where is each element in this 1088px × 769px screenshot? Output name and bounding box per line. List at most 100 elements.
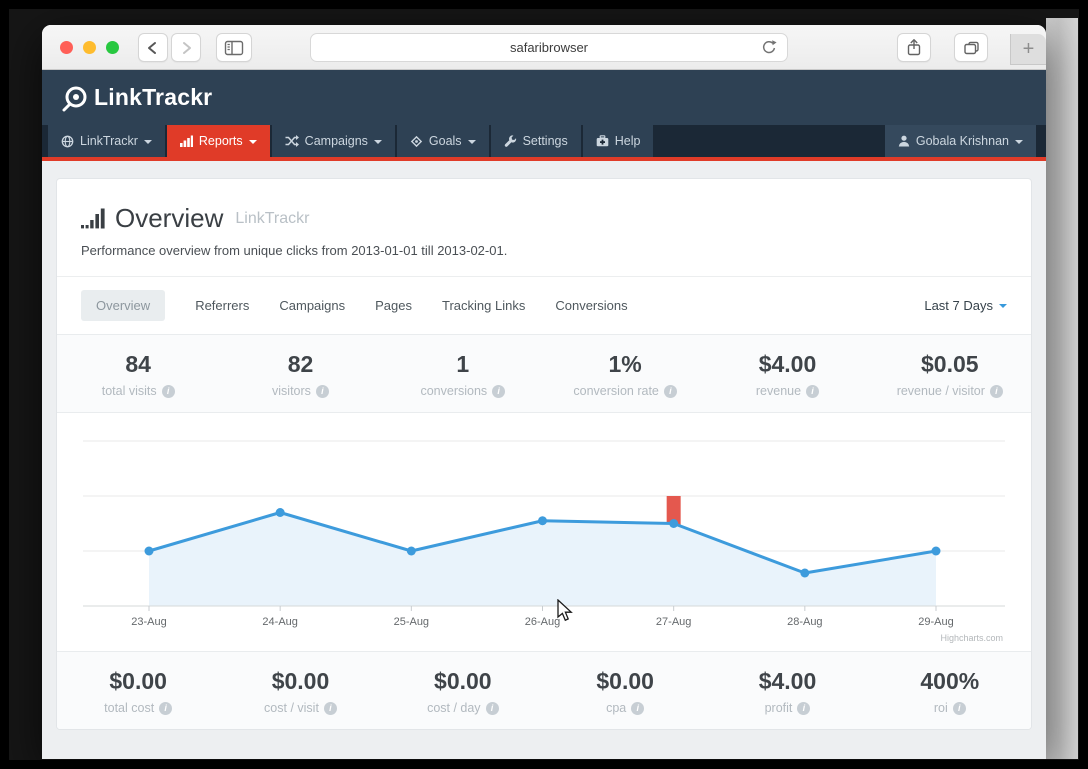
- forward-button[interactable]: [171, 33, 201, 62]
- stat-profit: $4.00 profit i: [706, 652, 868, 729]
- stat-visitors: 82 visitors i: [219, 335, 381, 412]
- nav-item-campaigns[interactable]: Campaigns: [271, 125, 395, 157]
- tab-overview[interactable]: Overview: [81, 290, 166, 321]
- share-button[interactable]: [897, 33, 931, 62]
- forward-chevron-icon: [183, 41, 191, 54]
- stat-value: $0.00: [109, 668, 167, 694]
- page-background: Overview LinkTrackr Performance overview…: [42, 161, 1046, 759]
- nav-label: Campaigns: [304, 134, 368, 148]
- close-window-button[interactable]: [60, 41, 73, 54]
- info-icon[interactable]: i: [492, 384, 506, 398]
- back-button[interactable]: [138, 33, 168, 62]
- info-icon[interactable]: i: [952, 701, 966, 715]
- stat-revenue-visitor: $0.05 revenue / visitor i: [869, 335, 1031, 412]
- nav-item-reports[interactable]: Reports: [166, 125, 270, 157]
- stat-label: total visits: [101, 384, 157, 398]
- stat-label: revenue / visitor: [896, 384, 985, 398]
- info-icon[interactable]: i: [485, 701, 499, 715]
- main-navbar: LinkTrackr Reports Campaigns Goals Setti…: [42, 125, 1046, 157]
- shuffle-icon: [285, 135, 299, 147]
- safari-window: safaribrowser + LinkTrackr LinkTrackr Re…: [42, 25, 1046, 759]
- stat-value: $0.00: [596, 668, 654, 694]
- background-window-edge: [1046, 18, 1078, 759]
- stat-value: 1: [456, 351, 470, 377]
- stat-label: total cost: [104, 701, 155, 715]
- chart-credit[interactable]: Highcharts.com: [940, 633, 1003, 643]
- svg-text:23-Aug: 23-Aug: [131, 616, 166, 628]
- report-tabs: Overview Referrers Campaigns Pages Track…: [57, 276, 1031, 334]
- info-icon[interactable]: i: [806, 384, 820, 398]
- stat-total-cost: $0.00 total cost i: [57, 652, 219, 729]
- date-range-dropdown[interactable]: Last 7 Days: [924, 298, 1007, 313]
- stat-label: conversion rate: [573, 384, 659, 398]
- diamond-icon: [410, 135, 423, 147]
- nav-item-settings[interactable]: Settings: [490, 125, 581, 157]
- stat-label: visitors: [272, 384, 311, 398]
- svg-text:29-Aug: 29-Aug: [918, 616, 953, 628]
- info-icon[interactable]: i: [663, 384, 677, 398]
- address-bar[interactable]: safaribrowser: [310, 33, 788, 62]
- tab-conversions[interactable]: Conversions: [555, 298, 627, 313]
- info-icon[interactable]: i: [631, 701, 645, 715]
- tab-pages[interactable]: Pages: [375, 298, 412, 313]
- nav-item-linktrackr[interactable]: LinkTrackr: [48, 125, 165, 157]
- chevron-down-icon: [143, 139, 152, 144]
- linktrackr-logo-icon: [62, 86, 87, 111]
- stat-cpa: $0.00 cpa i: [544, 652, 706, 729]
- bar-chart-icon: [179, 135, 193, 147]
- info-icon[interactable]: i: [989, 384, 1003, 398]
- stat-value: $4.00: [758, 351, 817, 377]
- new-tab-button[interactable]: +: [1010, 34, 1046, 65]
- info-icon[interactable]: i: [161, 384, 175, 398]
- overview-chart[interactable]: 23-Aug 24-Aug 25-Aug 26-Aug 27-Aug 28-Aug 29-A…: [57, 413, 1031, 651]
- minimize-window-button[interactable]: [83, 41, 96, 54]
- nav-label: Goals: [428, 134, 462, 148]
- stat-value: 400%: [920, 668, 980, 694]
- tab-overview-icon: [963, 41, 979, 54]
- info-icon[interactable]: i: [323, 701, 337, 715]
- date-range-label: Last 7 Days: [924, 298, 993, 313]
- stat-label: profit: [764, 701, 793, 715]
- stat-total-visits: 84 total visits i: [57, 335, 219, 412]
- svg-text:24-Aug: 24-Aug: [262, 616, 297, 628]
- nav-item-help[interactable]: Help: [582, 125, 654, 157]
- site-header: LinkTrackr: [42, 70, 1046, 125]
- chart-block: 23-Aug 24-Aug 25-Aug 26-Aug 27-Aug 28-Aug 29-A…: [57, 413, 1031, 651]
- zoom-window-button[interactable]: [106, 41, 119, 54]
- svg-text:28-Aug: 28-Aug: [787, 616, 822, 628]
- nav-item-goals[interactable]: Goals: [396, 125, 489, 157]
- stat-roi: 400% roi i: [869, 652, 1031, 729]
- nav-label: Settings: [522, 134, 568, 148]
- tab-tracking-links[interactable]: Tracking Links: [442, 298, 525, 313]
- plus-icon: +: [1022, 37, 1035, 60]
- chevron-down-icon: [248, 139, 257, 144]
- tab-overview-button[interactable]: [954, 33, 988, 62]
- chevron-down-icon: [373, 139, 382, 144]
- share-icon: [907, 39, 921, 56]
- stat-value: 84: [125, 351, 151, 377]
- stat-value: $0.00: [271, 668, 330, 694]
- linktrackr-logo[interactable]: LinkTrackr: [60, 83, 212, 113]
- chevron-down-icon: [467, 139, 476, 144]
- page-subtitle: Performance overview from unique clicks …: [81, 243, 508, 258]
- tab-referrers[interactable]: Referrers: [195, 298, 249, 313]
- sidebar-toggle-button[interactable]: [216, 33, 252, 62]
- info-icon[interactable]: i: [315, 384, 329, 398]
- stat-cost-visit: $0.00 cost / visit i: [219, 652, 381, 729]
- reload-button[interactable]: [760, 39, 778, 57]
- title-block: Overview LinkTrackr Performance overview…: [57, 179, 1031, 276]
- nav-label: LinkTrackr: [80, 134, 138, 148]
- info-icon[interactable]: i: [159, 701, 173, 715]
- tab-campaigns[interactable]: Campaigns: [279, 298, 345, 313]
- info-icon[interactable]: i: [797, 701, 811, 715]
- chevron-down-icon: [999, 304, 1007, 308]
- user-name: Gobala Krishnan: [915, 134, 1009, 148]
- stat-revenue: $4.00 revenue i: [706, 335, 868, 412]
- stats-row-bottom: $0.00 total cost i $0.00 cost / visit i $0…: [57, 651, 1031, 729]
- signal-bars-icon: [81, 208, 105, 228]
- stat-value: $0.00: [434, 668, 492, 694]
- nav-label: Help: [614, 134, 641, 148]
- user-menu[interactable]: Gobala Krishnan: [884, 125, 1036, 157]
- stat-label: cost / visit: [264, 701, 319, 715]
- svg-text:27-Aug: 27-Aug: [656, 616, 691, 628]
